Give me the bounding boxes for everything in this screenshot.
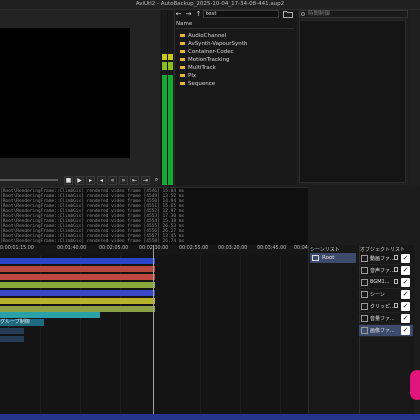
timeline-clip[interactable] (0, 258, 155, 264)
visible-checkbox[interactable]: ✓ (401, 326, 410, 335)
play-selection-button[interactable]: ▸ (86, 176, 95, 185)
object-item[interactable]: BGM1... ✓ (359, 277, 413, 289)
object-list-title: オブジェクトリスト (360, 247, 406, 253)
volume-icon (361, 315, 368, 322)
timeline-clip[interactable] (0, 274, 155, 280)
preview-canvas[interactable] (0, 28, 130, 158)
scene-item-root[interactable]: Root (310, 253, 356, 263)
ruler-tick: 00:04 (294, 246, 308, 251)
folder-item[interactable]: MotionTracking (180, 57, 230, 65)
scene-list-panel (308, 245, 359, 415)
visible-checkbox[interactable]: ✓ (401, 278, 410, 287)
settings-search-input[interactable]: 時間制御 (299, 10, 408, 18)
object-item[interactable]: 音声ファ... ✓ (359, 265, 413, 277)
object-item[interactable]: クリッピ... ✓ (359, 301, 413, 313)
folder-icon (180, 41, 185, 46)
folder-item[interactable]: Sequence (180, 81, 215, 89)
timeline-clip[interactable] (0, 266, 155, 272)
stop-button[interactable]: ■ (64, 176, 73, 185)
object-item[interactable]: 音量ファ... ✓ (359, 313, 413, 325)
group-clip-label: グループ制御 (0, 319, 30, 325)
ruler-tick: 00:03:45.00 (257, 246, 287, 251)
folder-item[interactable]: AudioChannel (180, 33, 226, 41)
audio-icon (361, 267, 368, 274)
skip-start-button[interactable]: « (108, 176, 117, 185)
folder-item[interactable]: MultiTrack (180, 65, 216, 73)
frame-back-button[interactable]: ◂ (97, 176, 106, 185)
object-item[interactable]: 動画ファ... ✓ (359, 253, 413, 265)
ruler-tick: 0:00:01:15.00 (0, 246, 34, 251)
audio-meters (161, 10, 173, 185)
right-side-panel (409, 10, 420, 185)
timeline-clip[interactable] (0, 282, 155, 288)
timeline-clip[interactable] (0, 336, 24, 342)
folder-item[interactable]: AvSynth-VapourSynth (180, 41, 247, 49)
scene-list-title: シーンリスト (310, 247, 340, 253)
timeline-clip[interactable] (0, 298, 155, 304)
search-icon (301, 12, 305, 16)
next-keyframe-button[interactable]: ⇥ (141, 176, 150, 185)
audio-icon (361, 279, 368, 286)
timeline-clip[interactable] (0, 290, 155, 296)
seek-bar[interactable] (0, 179, 58, 181)
play-button[interactable]: ▶ (75, 176, 84, 185)
meter-left (162, 10, 167, 185)
forward-icon[interactable]: → (184, 10, 193, 18)
path-input[interactable]: test (203, 10, 279, 18)
folder-item[interactable]: Plx (180, 73, 196, 81)
ruler-tick: 00:02:55.00 (179, 246, 209, 251)
visible-checkbox[interactable]: ✓ (401, 302, 410, 311)
scene-icon (312, 254, 319, 261)
ruler-tick: 00:03:20.00 (218, 246, 248, 251)
back-icon[interactable]: ← (174, 10, 183, 18)
visible-checkbox[interactable]: ✓ (401, 254, 410, 263)
lock-icon[interactable] (394, 267, 398, 272)
meter-right (168, 10, 173, 185)
taskbar-strip (0, 414, 420, 420)
settings-content-area (299, 20, 406, 183)
up-icon[interactable]: ↑ (194, 10, 203, 18)
visible-checkbox[interactable]: ✓ (401, 266, 410, 275)
ruler-tick: 00:02:05.00 (99, 246, 129, 251)
clipping-icon (361, 303, 368, 310)
window-title: AviUtl2 - AutoBackup_2025-10-04_17-34-08… (135, 1, 285, 7)
prev-keyframe-button[interactable]: ⇤ (130, 176, 139, 185)
log-line: [Root\RenderingFrame::ClimbGis] rendered… (0, 239, 185, 244)
timeline-clip[interactable] (0, 328, 24, 334)
log-panel: [Root\RenderingFrame::ClimbGis] rendered… (0, 187, 308, 246)
folder-icon (180, 81, 185, 86)
visible-checkbox[interactable]: ✓ (401, 314, 410, 323)
visible-checkbox[interactable]: ✓ (401, 290, 410, 299)
lock-icon[interactable] (394, 255, 398, 260)
ruler-tick: 00:01:40.00 (57, 246, 87, 251)
image-icon (361, 327, 368, 334)
object-item[interactable]: シーン ✓ (359, 289, 413, 301)
video-icon (361, 255, 368, 262)
folder-icon (180, 49, 185, 54)
name-column-header[interactable]: Name (176, 21, 294, 29)
lock-icon[interactable] (394, 303, 398, 308)
folder-icon (180, 65, 185, 70)
floating-indicator (410, 370, 420, 400)
folder-icon (180, 57, 185, 62)
object-item-selected[interactable]: 画像ファ... ✓ (359, 325, 413, 337)
scene-icon (361, 291, 368, 298)
folder-item[interactable]: Container-Codec (180, 49, 234, 57)
zoom-icon[interactable]: ⌕ (152, 176, 161, 185)
skip-end-button[interactable]: » (119, 176, 128, 185)
lock-icon[interactable] (394, 279, 398, 284)
open-folder-icon[interactable] (283, 10, 293, 18)
folder-icon (180, 33, 185, 38)
playhead[interactable] (153, 245, 154, 415)
folder-icon (180, 73, 185, 78)
